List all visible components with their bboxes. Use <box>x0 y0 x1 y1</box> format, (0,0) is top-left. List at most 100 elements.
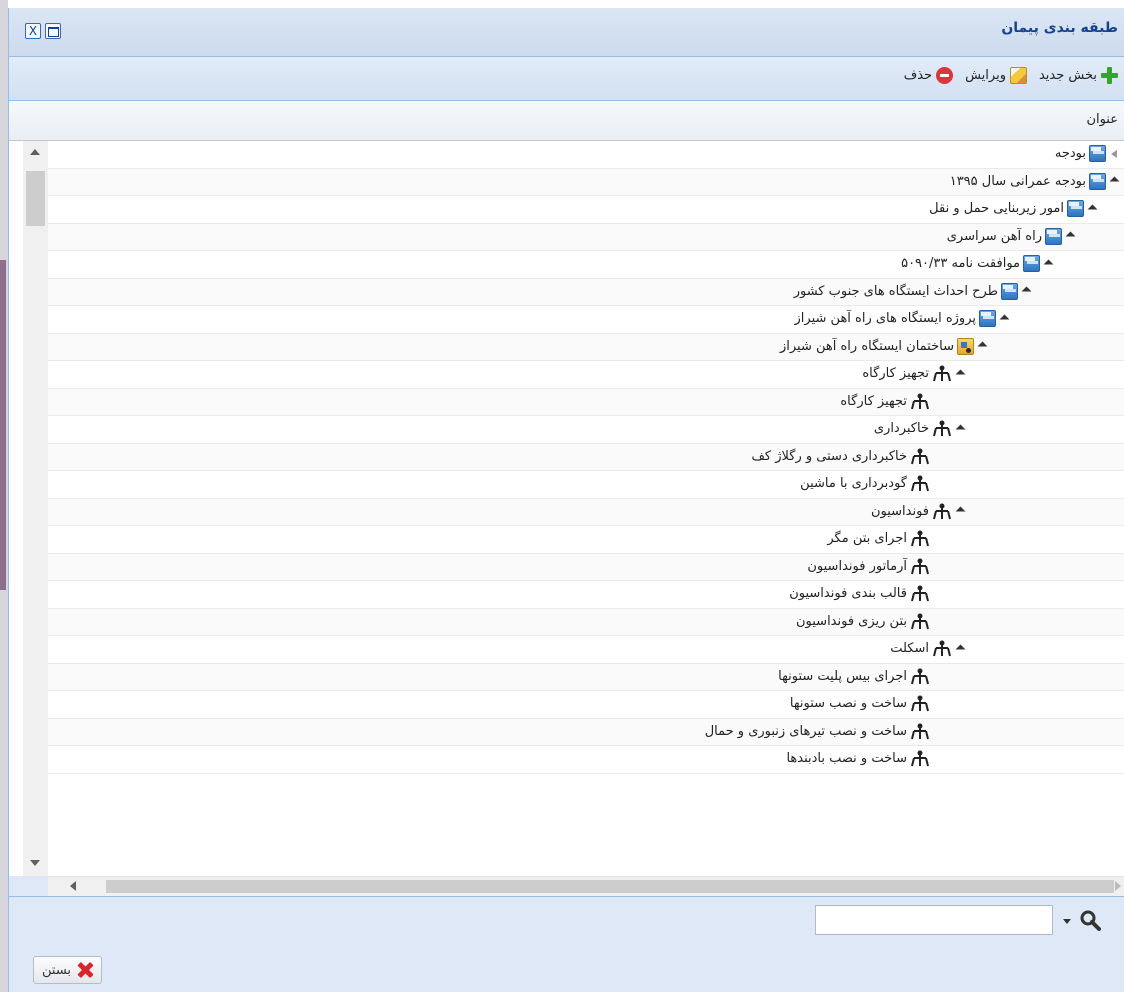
scroll-right-icon[interactable] <box>1115 881 1121 891</box>
tree-row[interactable]: امور زیربنایی حمل و نقل <box>48 196 1124 224</box>
tree-row-label: بتن ریزی فونداسیون <box>795 613 907 629</box>
tree-row[interactable]: ساخت و نصب تیرهای زنبوری و حمال <box>48 718 1124 746</box>
collapse-arrow-icon[interactable] <box>955 369 965 379</box>
collapse-arrow-icon[interactable] <box>955 424 965 434</box>
tree-row-label: طرح احداث ایستگاه های جنوب کشور <box>793 283 998 299</box>
collapse-arrow-icon[interactable] <box>999 314 1009 324</box>
collapse-arrow-icon[interactable] <box>1043 259 1053 269</box>
tree-row-label: ساخت و نصب تیرهای زنبوری و حمال <box>704 723 907 739</box>
close-x-icon <box>77 962 93 978</box>
collapse-arrow-icon[interactable] <box>1109 176 1119 186</box>
collapse-arrow-icon[interactable] <box>977 341 987 351</box>
tree-row-label: ساختمان ایستگاه راه آهن شیراز <box>779 338 954 354</box>
plus-icon <box>1101 67 1118 84</box>
tree-row[interactable]: خاکبرداری <box>48 416 1124 444</box>
hierarchy-icon <box>910 448 930 465</box>
tree-row-label: موافقت نامه ۵۰۹۰/۳۳ <box>901 256 1020 271</box>
building-icon <box>957 337 974 355</box>
tree-row-label: گودبرداری با ماشین <box>800 476 907 491</box>
hierarchy-icon <box>910 530 930 547</box>
tree-row[interactable]: آرماتور فونداسیون <box>48 553 1124 581</box>
dropdown-arrow-icon[interactable] <box>1063 919 1071 924</box>
search-input[interactable] <box>815 905 1053 935</box>
tree-row[interactable]: بتن ریزی فونداسیون <box>48 608 1124 636</box>
close-button[interactable]: بستن <box>33 956 103 984</box>
tree-row[interactable]: بودجه <box>48 141 1124 169</box>
column-header-title[interactable]: عنوان <box>9 101 1124 141</box>
window-titlebar[interactable]: X طبقه بندی پیمان <box>9 8 1124 57</box>
collapse-arrow-icon[interactable] <box>955 644 965 654</box>
tree-row[interactable]: ساخت و نصب ستونها <box>48 691 1124 719</box>
tree-row-label: اجرای بتن مگر <box>827 531 907 546</box>
search-trigger[interactable] <box>1059 907 1119 933</box>
hierarchy-icon <box>910 585 930 602</box>
horizontal-scroll-thumb[interactable] <box>106 880 1114 893</box>
scroll-down-icon[interactable] <box>30 860 40 866</box>
tree-row[interactable]: اسکلت <box>48 636 1124 664</box>
expand-arrow-icon[interactable] <box>1109 149 1119 159</box>
maximize-icon[interactable] <box>45 23 61 39</box>
tree-row[interactable]: قالب بندی فونداسیون <box>48 581 1124 609</box>
tree-row[interactable]: گودبرداری با ماشین <box>48 471 1124 499</box>
tree-row[interactable]: فونداسیون <box>48 498 1124 526</box>
tree-row-label: امور زیربنایی حمل و نقل <box>929 201 1064 216</box>
tree-row[interactable]: راه آهن سراسری <box>48 223 1124 251</box>
tree-row-label: اجرای بیس پلیت ستونها <box>778 668 907 684</box>
search-icon[interactable] <box>1079 909 1101 931</box>
tree-row[interactable]: تجهیز کارگاه <box>48 361 1124 389</box>
hierarchy-icon <box>910 668 930 685</box>
tree-row[interactable]: پروژه ایستگاه های راه آهن شیراز <box>48 306 1124 334</box>
hierarchy-icon <box>910 750 930 767</box>
tree-row[interactable]: بودجه عمرانی سال ۱۳۹۵ <box>48 168 1124 196</box>
folder-icon <box>1067 200 1084 217</box>
tree-row-label: ساخت و نصب ستونها <box>789 696 907 711</box>
folder-icon <box>1001 282 1018 300</box>
tree-row[interactable]: ساخت و نصب بادبندها <box>48 746 1124 774</box>
horizontal-scrollbar[interactable] <box>48 876 1124 896</box>
hierarchy-icon <box>910 723 930 740</box>
window-title: طبقه بندی پیمان <box>1001 20 1118 36</box>
minus-circle-icon <box>936 67 954 84</box>
contract-classification-window: X طبقه بندی پیمان بخش جدید ویرایش حذف عن… <box>8 8 1124 992</box>
hierarchy-icon <box>910 475 930 492</box>
tree-row[interactable]: تجهیز کارگاه <box>48 388 1124 416</box>
tree-row[interactable]: اجرای بتن مگر <box>48 526 1124 554</box>
collapse-arrow-icon[interactable] <box>1065 231 1075 241</box>
tree-row[interactable]: طرح احداث ایستگاه های جنوب کشور <box>48 278 1124 306</box>
scroll-up-icon[interactable] <box>30 149 40 155</box>
tree-row[interactable]: ساختمان ایستگاه راه آهن شیراز <box>48 333 1124 361</box>
background-stripe <box>0 260 6 590</box>
add-section-button[interactable]: بخش جدید <box>1039 67 1118 84</box>
tree-row[interactable]: موافقت نامه ۵۰۹۰/۳۳ <box>48 251 1124 279</box>
hierarchy-icon <box>910 695 930 712</box>
close-button-label: بستن <box>42 962 72 978</box>
collapse-arrow-icon[interactable] <box>955 506 965 516</box>
delete-label: حذف <box>903 68 933 83</box>
pencil-icon <box>1009 67 1027 84</box>
toolbar: بخش جدید ویرایش حذف <box>9 57 1124 101</box>
hierarchy-icon <box>910 558 930 575</box>
vertical-scrollbar[interactable] <box>23 141 48 876</box>
add-section-label: بخش جدید <box>1038 68 1097 83</box>
collapse-arrow-icon[interactable] <box>1021 286 1031 296</box>
hierarchy-icon <box>932 640 952 657</box>
tree-row[interactable]: اجرای بیس پلیت ستونها <box>48 663 1124 691</box>
vertical-scroll-thumb[interactable] <box>26 171 45 226</box>
edit-button[interactable]: ویرایش <box>965 67 1027 84</box>
tree-row[interactable]: خاکبرداری دستی و رگلاژ کف <box>48 443 1124 471</box>
scroll-left-icon[interactable] <box>70 881 76 891</box>
column-header-label: عنوان <box>1086 112 1118 127</box>
edit-label: ویرایش <box>965 68 1006 83</box>
collapse-arrow-icon[interactable] <box>1087 204 1097 214</box>
tree-row-label: پروژه ایستگاه های راه آهن شیراز <box>794 311 976 326</box>
folder-icon <box>1023 255 1040 272</box>
close-icon[interactable]: X <box>25 23 41 39</box>
delete-button[interactable]: حذف <box>903 67 954 84</box>
